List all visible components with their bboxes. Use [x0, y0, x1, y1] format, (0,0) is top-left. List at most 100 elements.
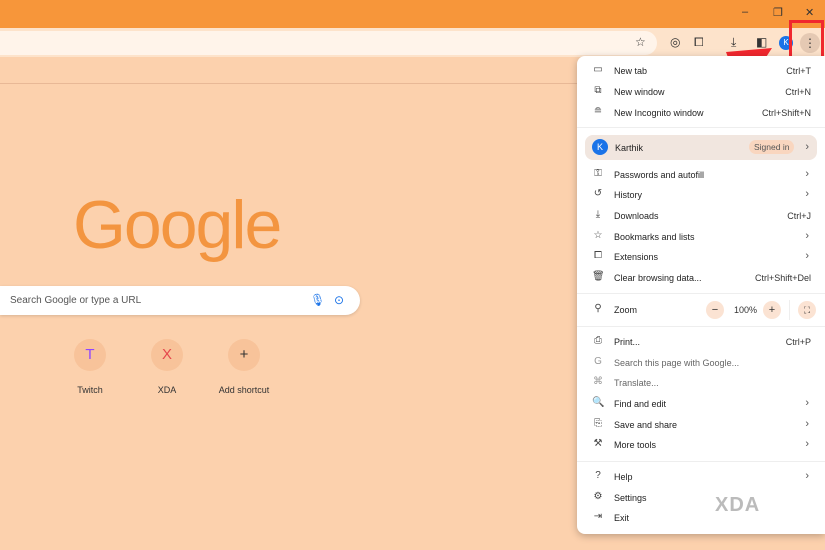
toolbox-icon: ⚒: [593, 438, 603, 449]
menu-clear-data[interactable]: 🗑 Clear browsing data... Ctrl+Shift+Del: [577, 268, 825, 288]
twitch-icon: T: [74, 339, 106, 371]
divider: [577, 461, 825, 462]
fullscreen-button[interactable]: ⛶: [798, 301, 816, 319]
address-bar[interactable]: [0, 31, 657, 55]
zoom-value: 100%: [734, 305, 758, 315]
chevron-right-icon: ›: [805, 230, 809, 242]
menu-label: Exit: [614, 513, 630, 523]
menu-label: Search this page with Google...: [614, 358, 740, 368]
shortcut-label: Twitch: [77, 385, 103, 395]
menu-passwords[interactable]: ⚿ Passwords and autofill ›: [577, 165, 825, 185]
menu-settings[interactable]: ⚙ Settings: [577, 488, 825, 508]
chevron-right-icon: ›: [805, 397, 809, 409]
save-share-icon: ⎘: [594, 418, 602, 429]
menu-shortcut: Ctrl+N: [785, 87, 811, 97]
download-icon: ⤓: [595, 209, 601, 220]
menu-shortcut: Ctrl+Shift+N: [761, 108, 811, 118]
menu-shortcut: Ctrl+T: [786, 66, 811, 76]
close-button[interactable]: ✕: [805, 6, 814, 19]
menu-label: Downloads: [614, 211, 659, 221]
gear-icon: ⚙: [593, 491, 603, 502]
menu-label: Settings: [614, 493, 647, 503]
divider: [577, 293, 825, 294]
google-logo: Google: [73, 187, 282, 263]
menu-save-share[interactable]: ⎘ Save and share ›: [577, 415, 825, 435]
menu-shortcut: Ctrl+Shift+Del: [754, 273, 811, 283]
menu-label: History: [614, 190, 643, 200]
zoom-in-button[interactable]: +: [763, 301, 781, 319]
google-g-icon: G: [594, 356, 602, 367]
shortcut-label: XDA: [157, 385, 177, 395]
menu-search-page[interactable]: G Search this page with Google...: [577, 353, 825, 373]
chrome-menu: ▭ New tab Ctrl+T ⧉ New window Ctrl+N ≘ New In…: [577, 56, 825, 534]
lens-icon[interactable]: ⊙: [334, 293, 344, 307]
menu-label: Save and share: [614, 420, 678, 430]
zoom-icon: ⚲: [594, 303, 602, 314]
plus-icon: +: [228, 339, 260, 371]
menu-label: Passwords and autofill: [614, 170, 705, 180]
shortcut-xda[interactable]: X XDA: [137, 339, 197, 395]
menu-shortcut: Ctrl+J: [787, 211, 811, 221]
new-tab-icon: ▭: [593, 64, 603, 75]
microphone-icon[interactable]: 🎙: [310, 293, 325, 307]
translate-icon: ⌘: [593, 376, 603, 387]
divider: [577, 127, 825, 128]
menu-downloads[interactable]: ⤓ Downloads Ctrl+J: [577, 206, 825, 226]
menu-find-edit[interactable]: 🔍 Find and edit ›: [577, 394, 825, 414]
menu-label: Bookmarks and lists: [614, 232, 695, 242]
history-icon: ↺: [593, 188, 603, 199]
menu-zoom: ⚲ Zoom − 100% + ⛶: [577, 300, 825, 320]
menu-label: More tools: [614, 440, 657, 450]
chevron-right-icon: ›: [805, 470, 809, 482]
menu-new-incognito[interactable]: ≘ New Incognito window Ctrl+Shift+N: [577, 103, 825, 123]
menu-label: New Incognito window: [614, 108, 704, 118]
shortcut-twitch[interactable]: T Twitch: [60, 339, 120, 395]
menu-more-tools[interactable]: ⚒ More tools ›: [577, 435, 825, 455]
search-box[interactable]: Search Google or type a URL 🎙 ⊙: [0, 286, 360, 315]
xda-watermark: XDA: [715, 494, 761, 516]
menu-new-window[interactable]: ⧉ New window Ctrl+N: [577, 82, 825, 102]
add-shortcut[interactable]: + Add shortcut: [214, 339, 274, 395]
print-icon: ⎙: [594, 335, 602, 346]
incognito-icon: ≘: [593, 106, 603, 117]
account-avatar: K: [592, 139, 608, 155]
menu-label: Zoom: [614, 305, 638, 315]
divider: [577, 326, 825, 327]
xda-icon: X: [151, 339, 183, 371]
menu-label: Extensions: [614, 252, 659, 262]
trash-icon: 🗑: [592, 271, 605, 282]
menu-help[interactable]: ? Help ›: [577, 467, 825, 487]
menu-exit[interactable]: ⇥ Exit: [577, 508, 825, 528]
menu-account[interactable]: K Karthik Signed in ›: [585, 135, 817, 160]
new-window-icon: ⧉: [594, 85, 602, 96]
shortcut-label: Add shortcut: [218, 385, 270, 395]
puzzle-icon: ⧠: [594, 250, 602, 261]
menu-bookmarks[interactable]: ☆ Bookmarks and lists ›: [577, 227, 825, 247]
find-icon: 🔍: [592, 397, 605, 408]
title-bar: [0, 0, 825, 28]
menu-label: Help: [614, 472, 633, 482]
divider: [789, 300, 790, 320]
menu-extensions[interactable]: ⧠ Extensions ›: [577, 247, 825, 267]
chevron-right-icon: ›: [805, 141, 809, 153]
minimize-button[interactable]: –: [742, 6, 748, 18]
exit-icon: ⇥: [593, 511, 603, 522]
menu-label: Clear browsing data...: [614, 273, 702, 283]
bookmark-star-icon[interactable]: ☆: [635, 35, 646, 49]
chevron-right-icon: ›: [805, 168, 809, 180]
chevron-right-icon: ›: [805, 250, 809, 262]
chevron-right-icon: ›: [805, 188, 809, 200]
menu-history[interactable]: ↺ History ›: [577, 185, 825, 205]
account-name: Karthik: [615, 143, 644, 153]
menu-label: Find and edit: [614, 399, 667, 409]
restore-button[interactable]: ❐: [773, 6, 783, 19]
star-icon: ☆: [593, 230, 603, 241]
menu-shortcut: Ctrl+P: [785, 337, 811, 347]
signed-in-badge: Signed in: [749, 140, 795, 154]
menu-new-tab[interactable]: ▭ New tab Ctrl+T: [577, 61, 825, 81]
key-icon: ⚿: [594, 168, 602, 179]
zoom-out-button[interactable]: −: [706, 301, 724, 319]
menu-label: Print...: [614, 337, 641, 347]
menu-translate[interactable]: ⌘ Translate...: [577, 373, 825, 393]
menu-print[interactable]: ⎙ Print... Ctrl+P: [577, 332, 825, 352]
